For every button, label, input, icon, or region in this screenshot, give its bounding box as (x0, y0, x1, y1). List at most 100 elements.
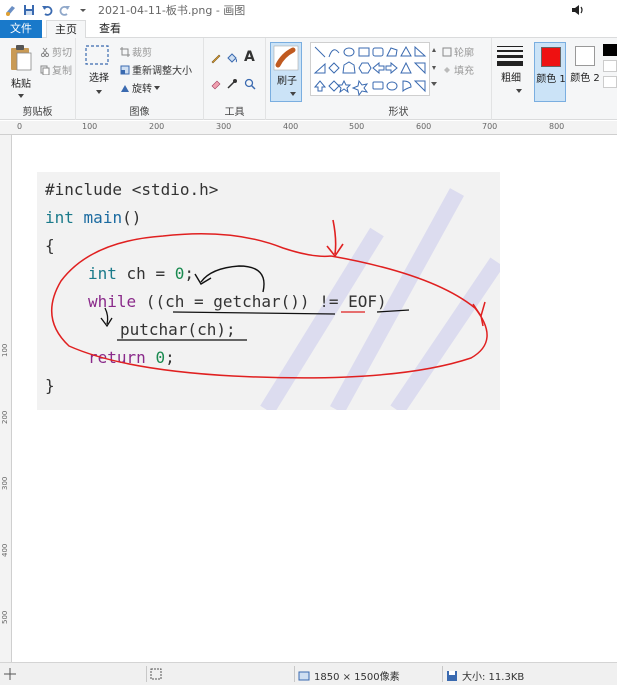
color2-button[interactable]: 颜色 2 (570, 42, 600, 102)
crop-label: 裁剪 (132, 48, 152, 59)
function-main: main (83, 208, 123, 227)
outline-button[interactable]: 轮廓 (442, 44, 474, 59)
rotate-button[interactable]: 旋转 (120, 80, 160, 95)
copy-button[interactable]: 复制 (40, 62, 72, 77)
image-group: 选择 裁剪 重新调整大小 旋转 图像 (76, 38, 204, 120)
paste-button[interactable]: 粘贴 (6, 44, 36, 104)
palette-black-swatch[interactable] (603, 44, 617, 56)
paste-dropdown-icon (18, 94, 24, 98)
cut-label: 剪切 (52, 48, 72, 59)
code-line-while: while ((ch = getchar()) != EOF) (88, 292, 387, 312)
speaker-button[interactable] (561, 0, 595, 20)
crop-button[interactable]: 裁剪 (120, 44, 152, 59)
brushes-dropdown-icon (290, 92, 296, 96)
cursor-position-icon (4, 668, 16, 680)
size-button[interactable]: 粗细 (496, 44, 526, 102)
color1-button[interactable]: 颜色 1 (534, 42, 566, 102)
code-line-return: return 0; (88, 348, 175, 368)
colors-group: 颜色 1 颜色 2 (530, 38, 617, 120)
while-condition: ((ch = getchar()) != EOF) (136, 292, 387, 311)
fill-button[interactable]: 填充 (442, 62, 474, 77)
paste-icon (11, 45, 32, 71)
save-icon[interactable] (22, 3, 36, 17)
tools-group-label: 工具 (224, 107, 245, 118)
ruler-v-tick: 100 (1, 343, 9, 357)
tab-home[interactable]: 主页 (46, 20, 86, 39)
color2-swatch (575, 46, 595, 66)
ruler-v-tick: 500 (1, 610, 9, 624)
magnifier-icon[interactable] (244, 78, 256, 90)
keyword-return: return (88, 348, 146, 367)
window-title: 2021-04-11-板书.png - 画图 (98, 4, 246, 17)
speaker-icon (572, 5, 583, 15)
rotate-icon (121, 84, 129, 92)
select-icon (85, 45, 109, 65)
fill-bucket-icon[interactable] (226, 52, 238, 64)
disk-icon (447, 670, 457, 681)
status-separator (442, 666, 443, 682)
paste-label: 粘贴 (11, 79, 31, 90)
code-line-putchar: putchar(ch); (120, 320, 236, 339)
fill-label: 填充 (454, 66, 474, 77)
quick-access-dropdown-icon[interactable] (76, 3, 90, 17)
drawing-canvas[interactable]: #include <stdio.h> int main() { int ch =… (13, 136, 617, 662)
shapes-gallery[interactable] (310, 42, 430, 97)
code-line-close-brace: } (45, 376, 55, 395)
clipboard-group-label: 剪贴板 (22, 107, 53, 118)
tab-view[interactable]: 查看 (90, 20, 130, 38)
ruler-h-tick: 300 (216, 122, 232, 131)
tab-file[interactable]: 文件 (0, 20, 42, 38)
image-dimensions-text: 1850 × 1500像素 (314, 672, 400, 683)
number-zero-2: 0 (155, 348, 166, 367)
file-size-text: 大小: 11.3KB (462, 672, 525, 683)
brushes-group: 刷子 (266, 38, 306, 120)
color1-swatch (541, 47, 561, 67)
code-line-declare: int ch = 0; (88, 264, 194, 284)
tools-group: A 工具 (204, 38, 266, 120)
copy-label: 复制 (52, 66, 72, 77)
eraser-icon[interactable] (210, 78, 222, 90)
paint-app-icon[interactable] (4, 3, 18, 17)
cursor-position (4, 668, 16, 680)
resize-label: 重新调整大小 (132, 66, 192, 77)
palette-empty-swatch[interactable] (603, 76, 617, 88)
scissors-icon (40, 47, 50, 57)
color1-label: 颜色 1 (536, 74, 566, 85)
main-parens: () (122, 208, 142, 227)
ruler-h-tick: 800 (549, 122, 565, 131)
number-zero: 0 (174, 264, 185, 283)
ruler-v-tick: 300 (1, 476, 9, 490)
color-picker-icon[interactable] (226, 78, 238, 90)
ruler-v-tick: 200 (1, 410, 9, 424)
ruler-v-tick: 400 (1, 543, 9, 557)
palette-white-swatch[interactable] (603, 60, 617, 72)
redo-icon[interactable] (58, 3, 72, 17)
title-bar: 2021-04-11-板书.png - 画图 (0, 0, 617, 20)
copy-icon (40, 65, 50, 75)
clipboard-group: 粘贴 剪切 复制 剪贴板 (0, 38, 76, 120)
crop-icon (120, 46, 130, 57)
undo-icon[interactable] (40, 3, 54, 17)
cut-button[interactable]: 剪切 (40, 44, 72, 59)
select-button[interactable]: 选择 (84, 44, 114, 104)
fill-icon (444, 66, 450, 73)
brushes-label: 刷子 (277, 76, 297, 87)
brush-icon (273, 45, 299, 71)
ruler-h-tick: 100 (82, 122, 98, 131)
resize-icon (120, 65, 130, 74)
horizontal-ruler: 0 100 200 300 400 500 600 700 800 (0, 121, 617, 135)
resize-button[interactable]: 重新调整大小 (120, 62, 192, 77)
shapes-group: 轮廓 填充 形状 (306, 38, 492, 120)
code-line-include: #include <stdio.h> (45, 180, 219, 199)
brushes-button[interactable]: 刷子 (270, 42, 302, 102)
selection-icon (150, 668, 162, 680)
outline-label: 轮廓 (454, 48, 474, 59)
shapes-gallery-scroll-icon[interactable] (430, 42, 438, 96)
declare-semicolon: ; (184, 264, 194, 283)
rotate-label: 旋转 (132, 84, 152, 95)
text-tool-icon[interactable]: A (244, 49, 255, 65)
shapes-gallery-icons (313, 45, 427, 97)
pencil-icon[interactable] (210, 52, 222, 64)
keyword-while: while (88, 292, 137, 311)
status-separator (294, 666, 295, 682)
